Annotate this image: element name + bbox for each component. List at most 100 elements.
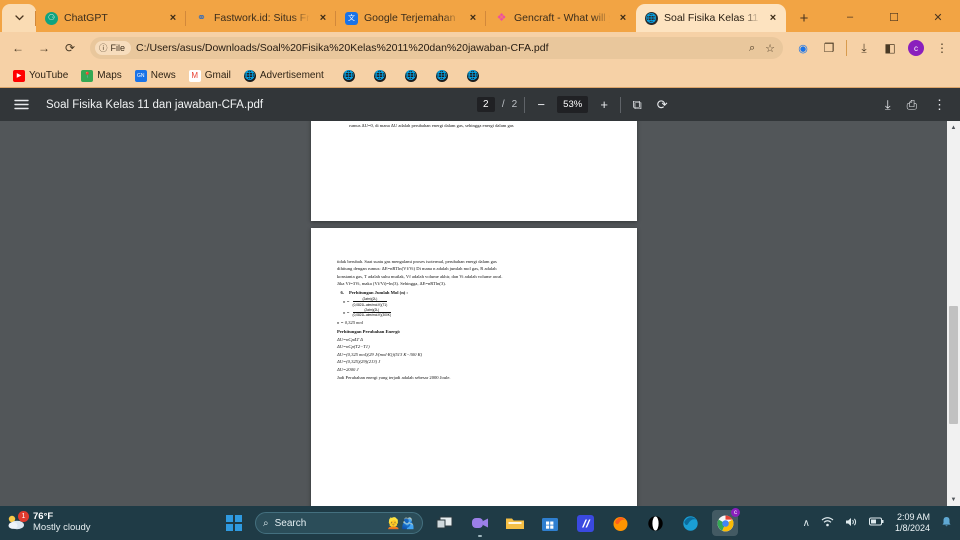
scroll-down-button[interactable]: ▼ bbox=[947, 493, 960, 506]
tray-overflow-button[interactable]: ∧ bbox=[803, 518, 810, 529]
toolbar-divider bbox=[846, 40, 847, 56]
pdf-download-button[interactable]: ⤓ bbox=[885, 97, 891, 113]
tab-close-button[interactable]: × bbox=[766, 11, 780, 25]
file-scheme-chip[interactable]: ⓘ File bbox=[95, 41, 132, 55]
wifi-glyph bbox=[821, 516, 834, 526]
minimize-button[interactable]: – bbox=[828, 2, 872, 32]
video-chat-icon bbox=[472, 518, 488, 528]
zoom-out-button[interactable]: − bbox=[532, 97, 550, 112]
taskbar-app-task-view[interactable] bbox=[432, 510, 458, 536]
tab-title: Google Terjemahan bbox=[364, 12, 456, 24]
forward-button[interactable]: → bbox=[32, 36, 56, 60]
weather-icon: 1 bbox=[6, 511, 29, 533]
taskbar-search[interactable]: ⌕ Search 👱 🫂 bbox=[255, 512, 423, 534]
browser-menu-button[interactable]: ⋮ bbox=[930, 36, 954, 60]
tab-close-button[interactable]: × bbox=[466, 11, 480, 25]
taskbar-app-google-chrome[interactable]: c bbox=[712, 508, 740, 536]
download-icon[interactable]: ⤓ bbox=[852, 36, 876, 60]
tab-title: Fastwork.id: Situs Freelan bbox=[214, 12, 310, 24]
tab-close-button[interactable]: × bbox=[166, 11, 180, 25]
bookmark-unnamed-1[interactable]: 🌐 bbox=[338, 68, 360, 84]
pdf-sidebar-toggle[interactable] bbox=[10, 94, 32, 116]
app-icon bbox=[576, 514, 594, 532]
zoom-in-button[interactable]: + bbox=[595, 97, 613, 112]
extensions-puzzle-icon[interactable]: ❐ bbox=[817, 36, 841, 60]
bookmark-gmail[interactable]: M Gmail bbox=[184, 68, 236, 84]
taskbar-app-firefox[interactable] bbox=[607, 510, 633, 536]
back-button[interactable]: ← bbox=[6, 36, 30, 60]
chevron-down-icon bbox=[14, 15, 24, 21]
search-icon[interactable]: ⌕ bbox=[749, 42, 755, 55]
pdf-page-controls: 2 / 2 − 53% + ⧉ ⟳ bbox=[476, 96, 671, 113]
browser-tab-chatgpt[interactable]: ⚆ ChatGPT × bbox=[35, 4, 186, 32]
taskbar-app-blue[interactable] bbox=[572, 510, 598, 536]
bookmark-maps[interactable]: 📍 Maps bbox=[76, 68, 126, 84]
bookmark-unnamed-4[interactable]: 🌐 bbox=[431, 68, 453, 84]
doc-paragraph: tidak berubah. Saat suatu gas mengalami … bbox=[337, 259, 497, 264]
equation-lhs: n = bbox=[343, 299, 350, 305]
taskbar-app-chat[interactable] bbox=[467, 510, 493, 537]
section-heading: Perhitungan Perubahan Energi: bbox=[337, 329, 401, 335]
tab-close-button[interactable]: × bbox=[616, 11, 630, 25]
doc-paragraph: Jika Vf=3Vi, maka (Vf/Vi)=ln(3). Sehingg… bbox=[337, 281, 446, 287]
pdf-actions: ⤓ ⎙ ⋮ bbox=[885, 97, 950, 113]
google-translate-icon: 文 bbox=[345, 11, 358, 25]
wifi-icon[interactable] bbox=[821, 516, 834, 530]
extension-icon[interactable]: ◉ bbox=[791, 36, 815, 60]
taskbar-app-microsoft-store[interactable] bbox=[537, 510, 563, 536]
weather-widget[interactable]: 1 76°F Mostly cloudy bbox=[0, 511, 150, 534]
start-button[interactable] bbox=[222, 511, 246, 535]
tab-close-button[interactable]: × bbox=[316, 11, 330, 25]
scrollbar-thumb[interactable] bbox=[949, 306, 958, 424]
address-bar[interactable]: ⓘ File C:/Users/asus/Downloads/Soal%20Fi… bbox=[90, 37, 783, 59]
doc-list-item-5: 5. Selama proses isotermal, perubahan en… bbox=[337, 121, 617, 130]
browser-tab-fastwork[interactable]: ⚭ Fastwork.id: Situs Freelan × bbox=[185, 4, 336, 32]
maximize-button[interactable]: ☐ bbox=[872, 2, 916, 32]
bookmark-unnamed-5[interactable]: 🌐 bbox=[462, 68, 484, 84]
url-text: C:/Users/asus/Downloads/Soal%20Fisika%20… bbox=[136, 42, 549, 54]
taskbar-app-file-explorer[interactable] bbox=[502, 510, 528, 536]
pdf-scroll-container: rumus: Rasio= √ m.B m.A di mana mA dan m… bbox=[0, 121, 960, 506]
window-controls: – ☐ ✕ bbox=[828, 2, 960, 32]
profile-avatar[interactable]: c bbox=[904, 36, 928, 60]
doc-text: rumus ΔU=0, di mana ΔU adalah perubahan … bbox=[349, 123, 514, 129]
battery-icon[interactable] bbox=[868, 517, 884, 529]
scroll-up-button[interactable]: ▲ bbox=[947, 121, 960, 134]
browser-tab-gencraft[interactable]: ❖ Gencraft - What will you × bbox=[485, 4, 636, 32]
tab-search-button[interactable] bbox=[2, 4, 36, 32]
split-view-icon[interactable]: ◧ bbox=[878, 36, 902, 60]
reload-button[interactable]: ⟳ bbox=[58, 36, 82, 60]
volume-icon[interactable] bbox=[845, 517, 858, 530]
equation-row-1: n = (2atm)(2L) (0,0821L.atm/mol.K)(T1) bbox=[343, 297, 617, 307]
gencraft-icon: ❖ bbox=[496, 11, 507, 24]
new-tab-button[interactable]: + bbox=[792, 6, 816, 30]
fit-to-page-button[interactable]: ⧉ bbox=[628, 97, 646, 113]
bookmark-unnamed-3[interactable]: 🌐 bbox=[400, 68, 422, 84]
bookmark-star-icon[interactable]: ☆ bbox=[765, 42, 775, 55]
browser-toolbar: ← → ⟳ ⓘ File C:/Users/asus/Downloads/Soa… bbox=[0, 32, 960, 64]
equation-row-2: n = (2atm)(2L) (0,0821L.atm/mol.K)(300K) bbox=[343, 308, 617, 317]
pdf-more-button[interactable]: ⋮ bbox=[933, 97, 946, 113]
rotate-button[interactable]: ⟳ bbox=[653, 97, 671, 113]
avatar-initial: c bbox=[908, 40, 924, 56]
pdf-print-button[interactable]: ⎙ bbox=[907, 97, 917, 113]
taskbar-app-opera[interactable] bbox=[642, 510, 668, 536]
taskbar-app-edge[interactable] bbox=[677, 510, 703, 536]
zoom-level[interactable]: 53% bbox=[557, 96, 589, 113]
battery-glyph bbox=[868, 517, 884, 526]
browser-tab-google-terjemahan[interactable]: 文 Google Terjemahan × bbox=[335, 4, 486, 32]
notification-center-button[interactable] bbox=[941, 516, 952, 531]
bookmarks-bar: ▶ YouTube 📍 Maps GN News M Gmail 🌐 Adver… bbox=[0, 64, 960, 88]
bookmark-news[interactable]: GN News bbox=[130, 68, 181, 84]
page-number-input[interactable]: 2 bbox=[476, 97, 495, 112]
taskbar-clock[interactable]: 2:09 AM 1/8/2024 bbox=[895, 512, 930, 534]
bookmark-youtube[interactable]: ▶ YouTube bbox=[8, 68, 73, 84]
close-window-button[interactable]: ✕ bbox=[916, 2, 960, 32]
pdf-vertical-scrollbar[interactable]: ▲ ▼ bbox=[947, 121, 960, 506]
list-number: 5. bbox=[337, 121, 344, 130]
browser-tab-soal-fisika[interactable]: 🌐 Soal Fisika Kelas 11 dan j × bbox=[636, 4, 786, 32]
bookmark-advertisement[interactable]: 🌐 Advertisement bbox=[239, 68, 329, 84]
task-view-icon bbox=[436, 516, 453, 529]
omnibox-actions: ⌕ ☆ bbox=[749, 42, 775, 55]
bookmark-unnamed-2[interactable]: 🌐 bbox=[369, 68, 391, 84]
